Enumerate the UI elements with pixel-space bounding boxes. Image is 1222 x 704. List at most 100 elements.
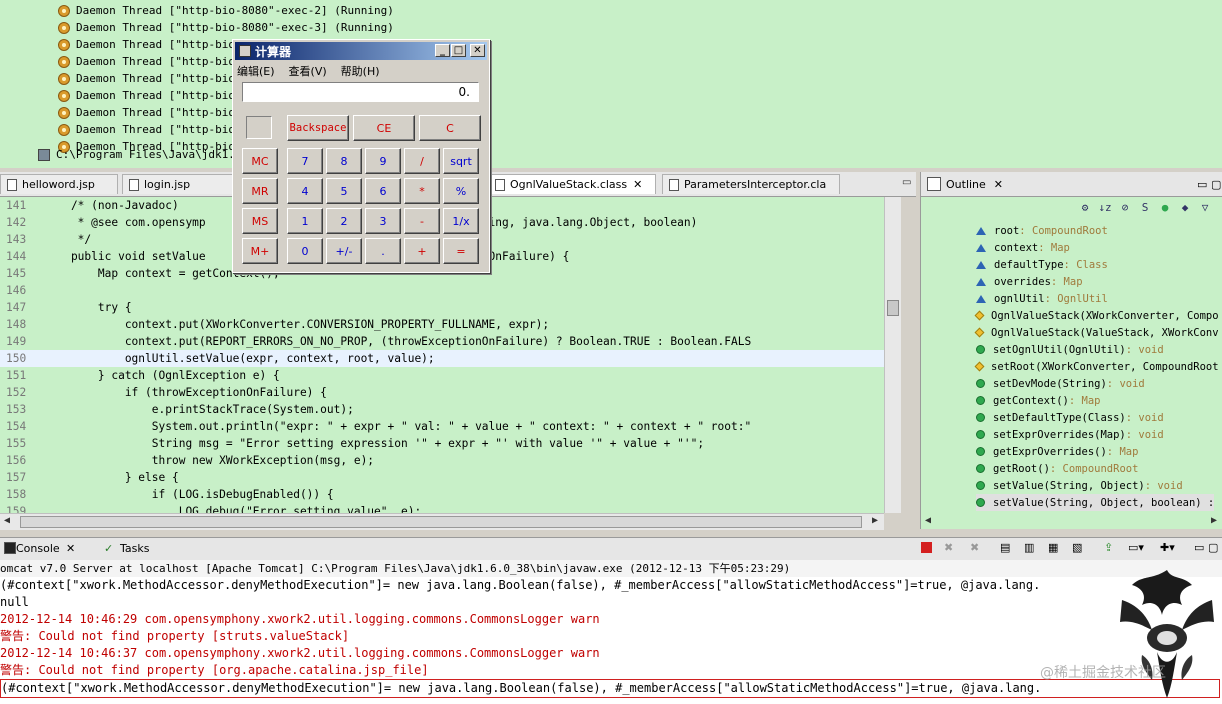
outline-tab-label[interactable]: Outline	[946, 178, 986, 191]
word-wrap-icon[interactable]: ▦	[1048, 541, 1058, 554]
scroll-left-icon[interactable]: ◀	[4, 515, 10, 526]
show-stdout-icon[interactable]: ▧	[1072, 541, 1082, 554]
decimal-button[interactable]: .	[365, 238, 401, 264]
outline-item[interactable]: setValue(String, Object) : void	[976, 477, 1183, 494]
minimize-icon[interactable]: ▭	[1197, 178, 1207, 191]
minimize-icon[interactable]: ▭	[902, 177, 911, 188]
thread-item[interactable]: Daemon Thread ["http-bio-8	[58, 121, 248, 138]
editor-vertical-scrollbar[interactable]	[884, 197, 901, 513]
two-button[interactable]: 2	[326, 208, 362, 234]
code-line[interactable]: 149 context.put(REPORT_ERRORS_ON_NO_PROP…	[0, 333, 884, 350]
sqrt-button[interactable]: sqrt	[443, 148, 479, 174]
menu-edit[interactable]: 编辑(E)	[237, 63, 275, 79]
hide-fields-icon[interactable]: ⊘	[1118, 201, 1132, 215]
eight-button[interactable]: 8	[326, 148, 362, 174]
five-button[interactable]: 5	[326, 178, 362, 204]
code-line[interactable]: 147 try {	[0, 299, 884, 316]
multiply-button[interactable]: *	[404, 178, 440, 204]
menu-view[interactable]: 查看(V)	[289, 63, 327, 79]
thread-item[interactable]: Daemon Thread ["http-bio-8080"-exec-2] (…	[58, 2, 394, 19]
outline-item[interactable]: overrides : Map	[976, 273, 1083, 290]
close-button[interactable]: ✕	[470, 44, 485, 57]
negate-button[interactable]: +/-	[326, 238, 362, 264]
outline-item[interactable]: setOgnlUtil(OgnlUtil) : void	[976, 341, 1164, 358]
maximize-button[interactable]: □	[451, 44, 466, 57]
thread-item[interactable]: Daemon Thread ["http-bio-8080"-exec-3] (…	[58, 19, 394, 36]
memory-add-button[interactable]: M+	[242, 238, 278, 264]
tab-helloword-jsp[interactable]: helloword.jsp	[0, 174, 118, 194]
code-line[interactable]: 158 if (LOG.isDebugEnabled()) {	[0, 486, 884, 503]
hide-local-types-icon[interactable]: ◆	[1178, 201, 1192, 215]
code-line[interactable]: 157 } else {	[0, 469, 884, 486]
remove-all-icon[interactable]: ✖	[970, 541, 979, 554]
outline-item[interactable]: setDevMode(String) : void	[976, 375, 1145, 392]
console-output[interactable]: (#context["xwork.MethodAccessor.denyMeth…	[0, 577, 1222, 704]
code-line[interactable]: 156 throw new XWorkException(msg, e);	[0, 452, 884, 469]
subtract-button[interactable]: -	[404, 208, 440, 234]
nine-button[interactable]: 9	[365, 148, 401, 174]
minimize-icon[interactable]: ▭	[1194, 541, 1204, 554]
maximize-icon[interactable]: ▢	[1208, 541, 1218, 554]
six-button[interactable]: 6	[365, 178, 401, 204]
minimize-button[interactable]: _	[435, 44, 450, 57]
code-line[interactable]: 154 System.out.println("expr: " + expr +…	[0, 418, 884, 435]
editor-vertical-scroll-thumb[interactable]	[887, 300, 899, 316]
memory-store-button[interactable]: MS	[242, 208, 278, 234]
code-line[interactable]: 151 } catch (OgnlException e) {	[0, 367, 884, 384]
four-button[interactable]: 4	[287, 178, 323, 204]
outline-item[interactable]: context : Map	[976, 239, 1070, 256]
outline-item[interactable]: getRoot() : CompoundRoot	[976, 460, 1138, 477]
code-line[interactable]: 159 LOG.debug("Error setting value", e);	[0, 503, 884, 513]
close-icon[interactable]: ✕	[994, 178, 1003, 191]
outline-item[interactable]: getExprOverrides() : Map	[976, 443, 1138, 460]
memory-clear-button[interactable]: MC	[242, 148, 278, 174]
divide-button[interactable]: /	[404, 148, 440, 174]
outline-item[interactable]: setValue(String, Object, boolean) :	[976, 494, 1215, 511]
sort-icon[interactable]: ↓z	[1098, 201, 1112, 215]
thread-item[interactable]: Daemon Thread ["http-bio-8	[58, 53, 248, 70]
code-line[interactable]: 150 ognlUtil.setValue(expr, context, roo…	[0, 350, 884, 367]
outline-item[interactable]: ognlUtil : OgnlUtil	[976, 290, 1108, 307]
scroll-right-icon[interactable]: ▶	[872, 515, 878, 526]
menu-help[interactable]: 帮助(H)	[341, 63, 380, 79]
thread-item[interactable]: Daemon Thread ["http-bio-8	[58, 87, 248, 104]
tab-ognlvaluestack-class[interactable]: OgnlValueStack.class ✕	[488, 174, 656, 194]
reciprocal-button[interactable]: 1/x	[443, 208, 479, 234]
zero-button[interactable]: 0	[287, 238, 323, 264]
scroll-lock-icon[interactable]: ▥	[1024, 541, 1034, 554]
pin-console-icon[interactable]: ⇪	[1104, 541, 1113, 554]
hide-static-icon[interactable]: S	[1138, 201, 1152, 215]
outline-item[interactable]: setRoot(XWorkConverter, CompoundRoot	[974, 358, 1219, 375]
tab-login-jsp[interactable]: login.jsp	[122, 174, 234, 194]
outline-item[interactable]: OgnlValueStack(ValueStack, XWorkConv	[974, 324, 1219, 341]
close-icon[interactable]: ✕	[633, 178, 642, 191]
tab-tasks[interactable]: Tasks	[120, 542, 149, 555]
scroll-right-icon[interactable]: ▶	[1211, 515, 1217, 526]
terminate-icon[interactable]	[921, 542, 932, 553]
maximize-icon[interactable]: ▢	[1211, 178, 1221, 191]
editor-horizontal-scroll-thumb[interactable]	[20, 516, 862, 528]
clear-console-icon[interactable]: ▤	[1000, 541, 1010, 554]
scroll-left-icon[interactable]: ◀	[925, 515, 931, 526]
code-line[interactable]: 155 String msg = "Error setting expressi…	[0, 435, 884, 452]
percent-button[interactable]: %	[443, 178, 479, 204]
view-menu-icon[interactable]: ▽	[1198, 201, 1212, 215]
outline-item[interactable]: root : CompoundRoot	[976, 222, 1108, 239]
display-console-icon[interactable]: ▭▾	[1128, 541, 1144, 554]
collapse-all-icon[interactable]: ⚙	[1078, 201, 1092, 215]
three-button[interactable]: 3	[365, 208, 401, 234]
code-line[interactable]: 152 if (throwExceptionOnFailure) {	[0, 384, 884, 401]
tab-console[interactable]: Console	[16, 542, 60, 555]
ce-button[interactable]: CE	[353, 115, 415, 141]
backspace-button[interactable]: Backspace	[287, 115, 349, 141]
outline-item[interactable]: defaultType : Class	[976, 256, 1108, 273]
hide-nonpublic-icon[interactable]: ●	[1158, 201, 1172, 215]
clear-button[interactable]: C	[419, 115, 481, 141]
add-button[interactable]: +	[404, 238, 440, 264]
tab-parametersinterceptor-class[interactable]: ParametersInterceptor.cla	[662, 174, 840, 194]
calculator-titlebar[interactable]: 计算器 _ □ ✕	[235, 42, 487, 60]
equals-button[interactable]: =	[443, 238, 479, 264]
outline-item[interactable]: OgnlValueStack(XWorkConverter, Compo	[974, 307, 1219, 324]
close-icon[interactable]: ✕	[66, 542, 75, 555]
thread-item[interactable]: Daemon Thread ["http-bio-8	[58, 70, 248, 87]
